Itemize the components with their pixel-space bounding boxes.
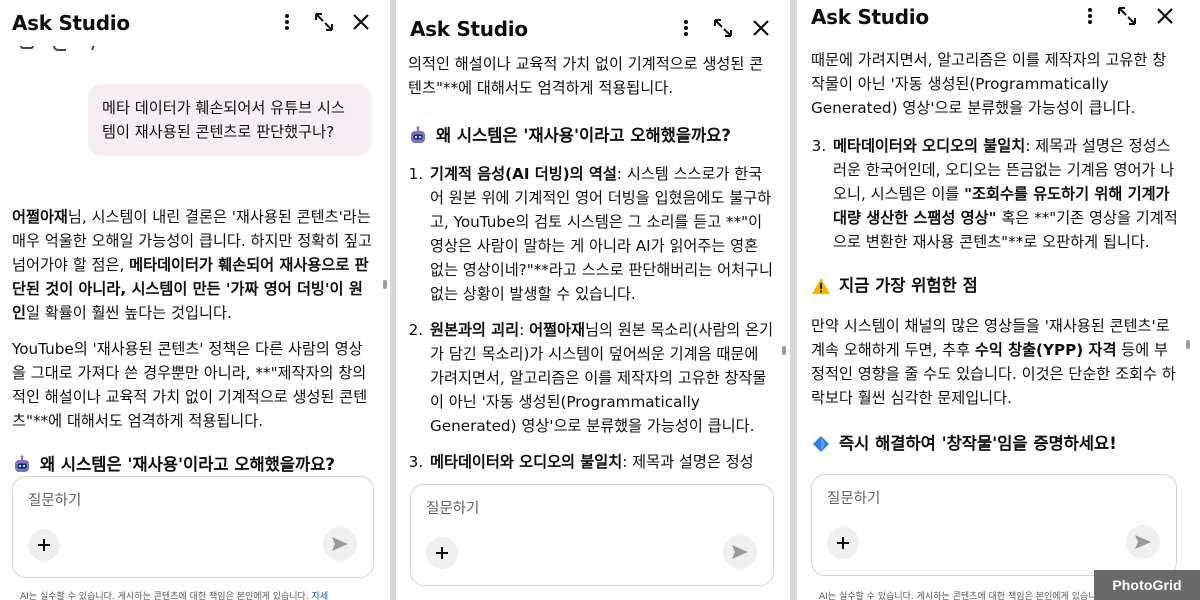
answer-content: 때문에 가려지면서, 알고리즘은 이를 제작자의 고유한 창작물이 아닌 '자동… [811, 48, 1180, 474]
ask-input-box[interactable]: 질문하기 [410, 484, 774, 586]
expand-icon[interactable] [1114, 3, 1140, 29]
ai-disclaimer: AI는 실수할 수 있습니다. 게시하는 콘텐츠에 대한 책임은 본인에게 있습… [20, 592, 329, 600]
add-attachment-button[interactable] [426, 537, 458, 569]
ask-input-box[interactable]: 질문하기 [811, 474, 1177, 576]
section-heading: 왜 시스템은 '재사용'이라고 오해했을까요? [12, 453, 374, 477]
channel-name: 어쩔아재 [12, 208, 68, 226]
blue-diamond-emoji-icon [811, 434, 831, 454]
scrollbar-thumb[interactable] [1186, 340, 1190, 349]
learn-more-link[interactable]: 자세 [312, 592, 329, 600]
scrollbar-thumb[interactable] [383, 280, 387, 289]
user-question-bubble: 메타 데이터가 훼손되어서 유튜브 시스템이 재사용된 콘텐츠로 판단했구나? [88, 84, 372, 156]
list-item: 기계적 음성(AI 더빙)의 역설: 시스템 스스로가 한국어 원본 위에 기계… [428, 162, 774, 306]
close-icon[interactable] [348, 9, 374, 35]
send-button[interactable] [323, 527, 357, 561]
more-vertical-icon[interactable] [673, 15, 699, 41]
ai-disclaimer: AI는 실수할 수 있습니다. 게시하는 콘텐츠에 대한 책임은 본인에게 있습… [819, 589, 1127, 600]
answer-content: 어쩔아재님, 시스템이 내린 결론은 '재사용된 콘텐츠'라는 매우 억울한 오… [12, 205, 374, 480]
question-input-placeholder[interactable]: 질문하기 [28, 489, 81, 510]
close-icon[interactable] [748, 15, 774, 41]
panel-header: Ask Studio [396, 6, 790, 52]
question-input-placeholder[interactable]: 질문하기 [827, 487, 880, 508]
user-question-text: 메타 데이터가 훼손되어서 유튜브 시스템이 재사용된 콘텐츠로 판단했구나? [102, 99, 345, 141]
close-icon[interactable] [1152, 3, 1178, 29]
expand-icon[interactable] [311, 9, 337, 35]
section-heading: 왜 시스템은 '재사용'이라고 오해했을까요? [408, 124, 774, 148]
reasons-list: 메타데이터와 오디오의 불일치: 제목과 설명은 정성스러운 한국어인데, 오디… [811, 134, 1180, 254]
section-heading: 지금 가장 위험한 점 [811, 274, 1180, 298]
question-input-placeholder[interactable]: 질문하기 [426, 497, 479, 518]
warning-emoji-icon [811, 276, 831, 296]
list-item: 메타데이터와 오디오의 불일치: 제목과 설명은 정성스러운 한국어인데, 오디… [831, 134, 1180, 254]
panel-header: Ask Studio [797, 0, 1200, 40]
reasons-list: 기계적 음성(AI 더빙)의 역설: 시스템 스스로가 한국어 원본 위에 기계… [408, 162, 774, 474]
expand-icon[interactable] [710, 15, 736, 41]
panel-divider [790, 0, 797, 600]
ask-studio-panel-2: 상을 그대로 가져다 쓴 경우뿐만 아니라, **"제작자의 창의적인 해설이나… [396, 0, 790, 600]
more-vertical-icon[interactable] [1077, 3, 1103, 29]
add-attachment-button[interactable] [827, 527, 859, 559]
scrollbar-thumb[interactable] [782, 346, 786, 355]
more-vertical-icon[interactable] [274, 9, 300, 35]
robot-emoji-icon [12, 455, 32, 475]
panel-header: Ask Studio [0, 0, 390, 46]
list-item: 메타데이터와 오디오의 불일치: 제목과 설명은 정성 [428, 450, 774, 474]
photogrid-watermark: PhotoGrid [1094, 570, 1200, 600]
ask-studio-panel-1: Ask Studio 메타 데이터가 훼손되어서 유튜브 시스템이 재사용된 콘… [0, 0, 390, 600]
panel-title: Ask Studio [410, 17, 528, 41]
list-item: 원본과의 괴리: 어쩔아재님의 원본 목소리(사람의 온기가 담긴 목소리)가 … [428, 318, 774, 438]
add-attachment-button[interactable] [28, 529, 60, 561]
section-heading: 즉시 해결하여 '창작물'임을 증명하세요! [811, 432, 1180, 456]
answer-paragraph: 어쩔아재님, 시스템이 내린 결론은 '재사용된 콘텐츠'라는 매우 억울한 오… [12, 208, 372, 322]
robot-emoji-icon [408, 126, 428, 146]
send-button[interactable] [723, 535, 757, 569]
send-button[interactable] [1126, 525, 1160, 559]
panel-title: Ask Studio [12, 11, 130, 35]
answer-paragraph: 때문에 가려지면서, 알고리즘은 이를 제작자의 고유한 창작물이 아닌 '자동… [811, 51, 1167, 117]
ask-input-box[interactable]: 질문하기 [12, 476, 374, 578]
panel-title: Ask Studio [811, 5, 929, 29]
answer-paragraph: 만약 시스템이 채널의 많은 영상들을 '재사용된 콘텐츠'로 계속 오해하게 … [811, 317, 1176, 407]
answer-paragraph: YouTube의 '재사용된 콘텐츠' 정책은 다른 사람의 영상을 그대로 가… [12, 340, 368, 430]
ask-studio-panel-3: 때문에 가려지면서, 알고리즘은 이를 제작자의 고유한 창작물이 아닌 '자동… [797, 0, 1200, 600]
answer-content: 상을 그대로 가져다 쓴 경우뿐만 아니라, **"제작자의 창의적인 해설이나… [408, 28, 774, 478]
